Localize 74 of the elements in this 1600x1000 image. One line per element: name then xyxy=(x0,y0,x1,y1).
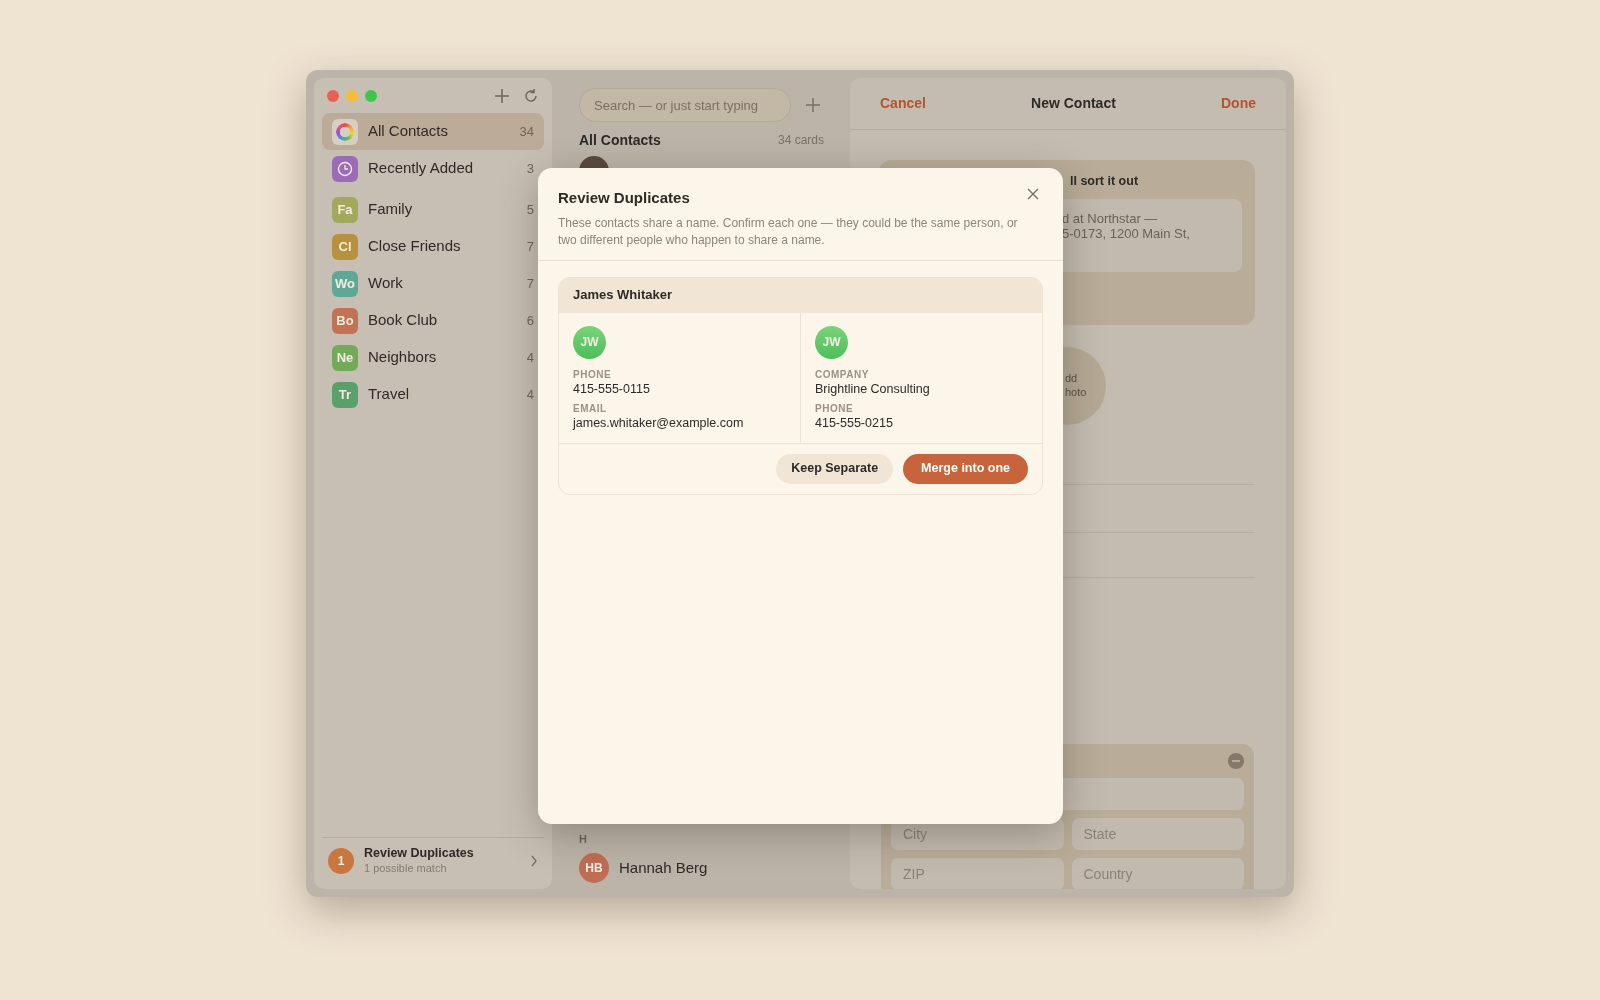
group-initials-badge: Ne xyxy=(332,344,358,371)
sidebar-item[interactable]: Ne Neighbors 4 xyxy=(322,339,544,376)
close-window-button[interactable] xyxy=(327,89,339,102)
group-count: 5 xyxy=(526,200,534,219)
field-value: 415-555-0215 xyxy=(815,414,894,431)
editor-title: New Contact xyxy=(1031,94,1116,113)
address-field[interactable]: ZIP xyxy=(891,858,1064,889)
minimize-window-button[interactable] xyxy=(346,89,358,102)
sidebar-item[interactable]: Recently Added 3 xyxy=(322,150,544,187)
group-count: 6 xyxy=(526,311,534,330)
group-count: 34 xyxy=(519,122,534,141)
add-photo-label: hoto xyxy=(1065,385,1088,399)
note-line: 5-0173, 1200 Main St, xyxy=(1062,225,1191,241)
group-label: Recently Added xyxy=(368,158,474,179)
field-label: PHONE xyxy=(573,368,613,381)
group-initials-badge: Tr xyxy=(332,381,358,408)
group-initials-badge: Bo xyxy=(332,307,358,334)
contact-avatar: HB xyxy=(579,853,609,883)
contact-avatar: JW xyxy=(573,325,606,359)
group-label: Family xyxy=(368,199,413,220)
contact-name: Hannah Berg xyxy=(619,857,708,878)
sidebar-item[interactable]: All Contacts 34 xyxy=(322,113,544,150)
add-icon[interactable] xyxy=(494,87,510,104)
merge-button[interactable]: Merge into one xyxy=(903,453,1028,484)
field-value: james.whitaker@example.com xyxy=(573,414,745,431)
count-badge: 1 xyxy=(328,847,354,874)
close-icon[interactable] xyxy=(1027,188,1039,200)
sidebar-item[interactable]: Fa Family 5 xyxy=(322,191,544,228)
keep-separate-button[interactable]: Keep Separate xyxy=(776,453,894,484)
address-field[interactable]: Country xyxy=(1071,858,1244,889)
contact-avatar: JW xyxy=(815,325,848,359)
field-value: 415-555-0115 xyxy=(573,380,651,397)
zoom-window-button[interactable] xyxy=(365,89,377,102)
group-initials-badge: Cl xyxy=(332,233,358,260)
sidebar-item[interactable]: Tr Travel 4 xyxy=(322,376,544,413)
refresh-icon[interactable] xyxy=(523,87,539,104)
color-ring-icon xyxy=(332,118,358,145)
sidebar-item[interactable]: Cl Close Friends 7 xyxy=(322,228,544,265)
sidebar-item[interactable]: Bo Book Club 6 xyxy=(322,302,544,339)
sidebar-item[interactable]: Wo Work 7 xyxy=(322,265,544,302)
possible-match-count: 1 possible match xyxy=(364,861,448,875)
section-letter: H xyxy=(579,831,588,847)
chevron-right-icon xyxy=(530,854,538,867)
group-label: Neighbors xyxy=(368,347,437,368)
group-count: 4 xyxy=(526,385,534,404)
field-label: PHONE xyxy=(815,402,855,415)
add-photo-label: dd xyxy=(1065,371,1079,385)
review-duplicates-item[interactable]: 1 Review Duplicates 1 possible match xyxy=(322,837,544,887)
group-initials-badge: Wo xyxy=(332,270,358,297)
group-count: 7 xyxy=(526,237,534,256)
review-duplicates-title: Review Duplicates xyxy=(364,846,474,861)
note-line: d at Northstar — xyxy=(1062,210,1159,226)
note-title: ll sort it out xyxy=(1069,173,1140,190)
group-count: 4 xyxy=(526,348,534,367)
field-value: Brightline Consulting xyxy=(815,380,931,397)
field-label: COMPANY xyxy=(815,368,870,381)
card-count: 34 cards xyxy=(777,132,824,149)
group-count: 3 xyxy=(526,159,534,178)
group-label: Close Friends xyxy=(368,236,461,257)
duplicate-name: James Whitaker xyxy=(559,277,1042,313)
list-heading: All Contacts xyxy=(579,130,661,150)
dialog-title: Review Duplicates xyxy=(558,188,690,208)
address-field[interactable]: State xyxy=(1071,818,1244,850)
add-contact-icon[interactable] xyxy=(805,97,821,113)
group-label: All Contacts xyxy=(368,121,449,142)
search-field[interactable]: Search — or just start typing xyxy=(579,88,791,122)
group-label: Travel xyxy=(368,384,410,405)
remove-icon[interactable] xyxy=(1228,753,1244,769)
group-label: Work xyxy=(368,273,403,294)
field-label: EMAIL xyxy=(573,402,608,415)
group-count: 7 xyxy=(526,274,534,293)
group-initials-badge: Fa xyxy=(332,196,358,223)
group-label: Book Club xyxy=(368,310,438,331)
contact-row[interactable]: HB Hannah Berg xyxy=(579,853,844,883)
